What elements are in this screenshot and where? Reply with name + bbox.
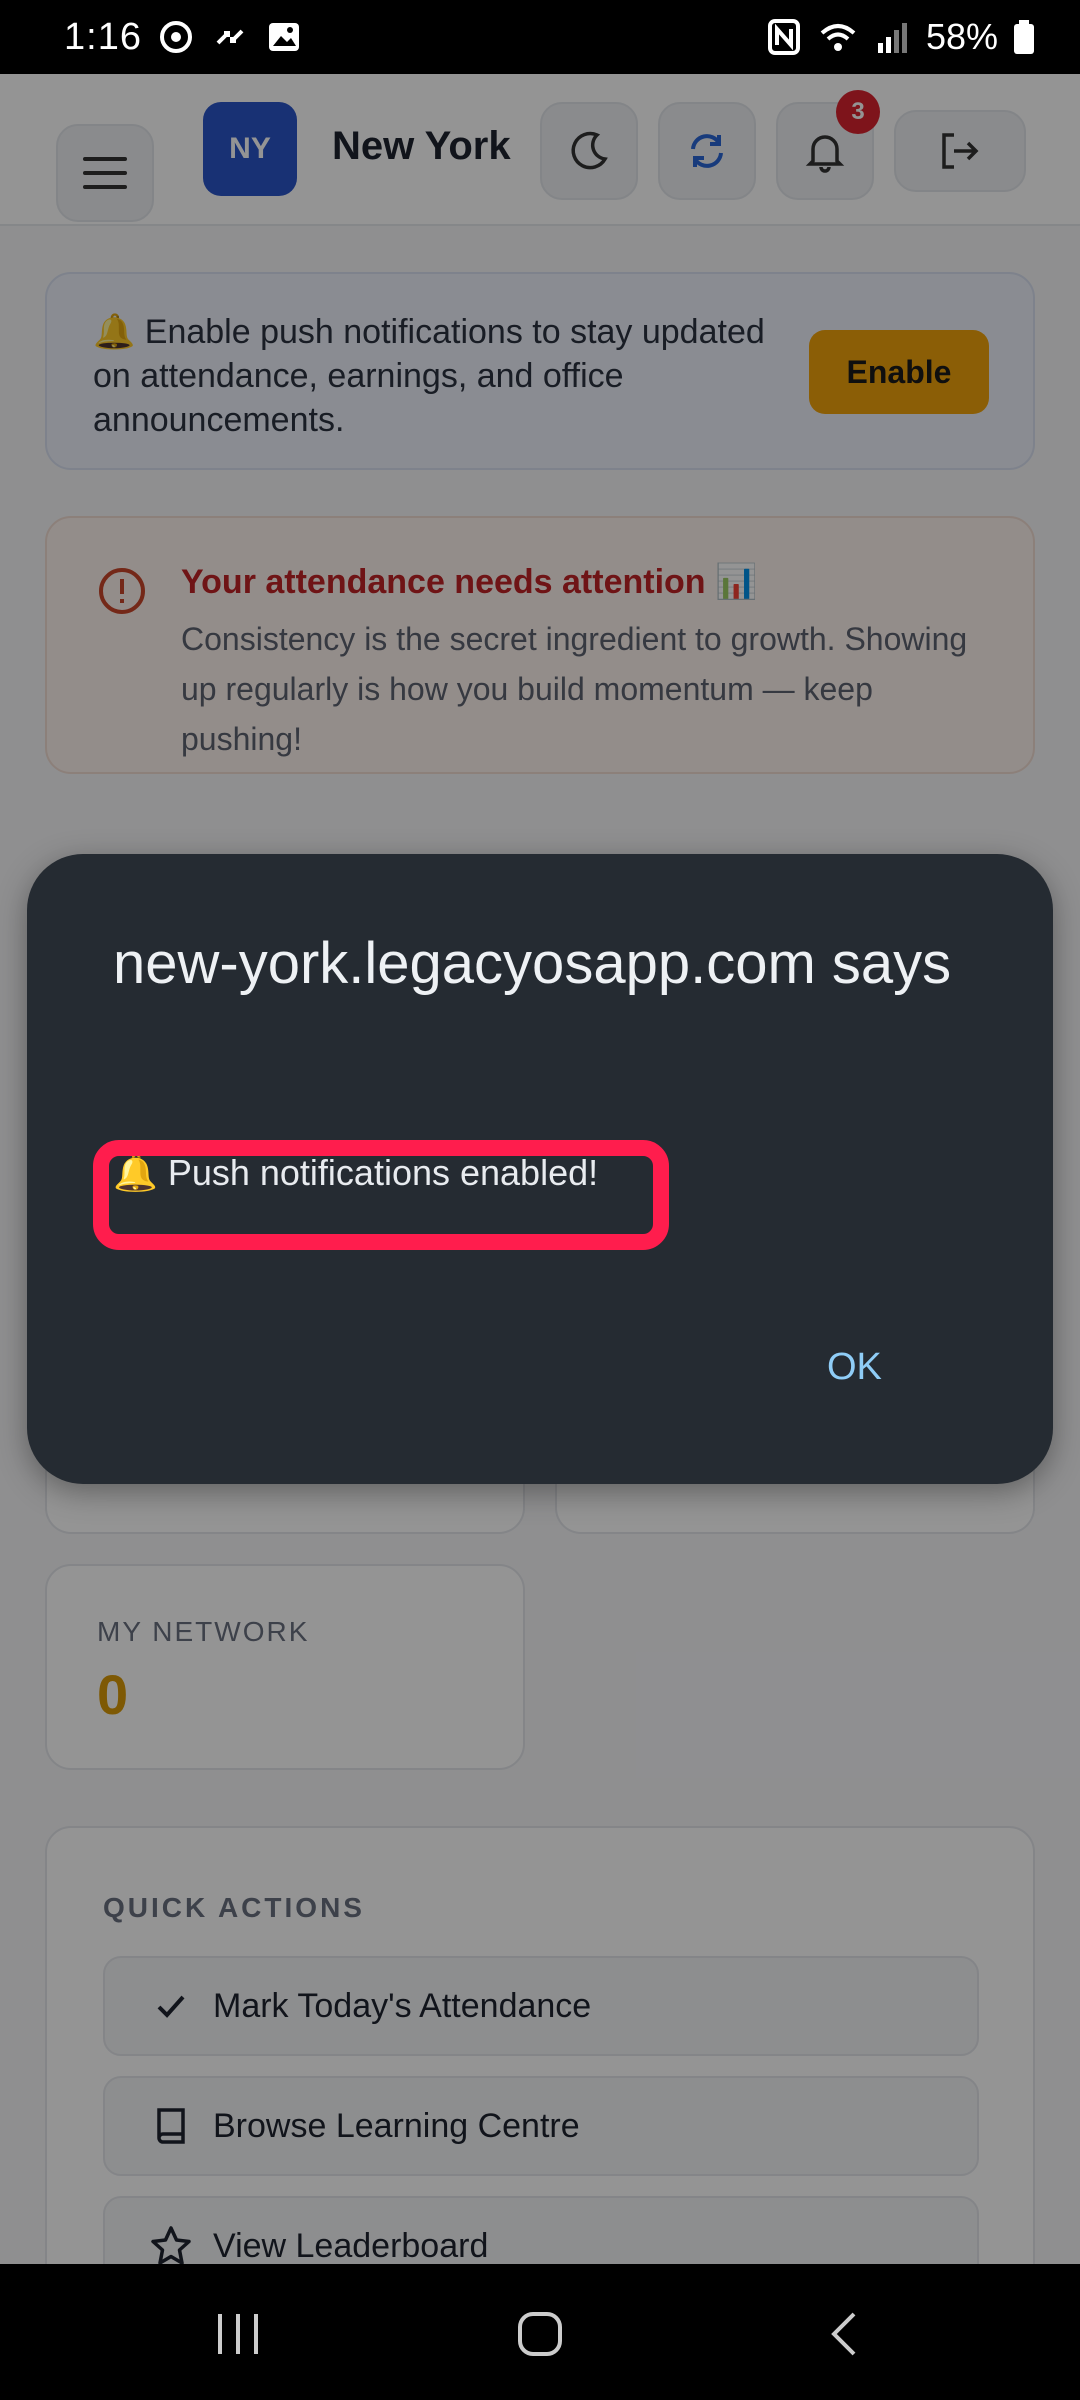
alert-dialog: new-york.legacyosapp.com says 🔔 Push not… (27, 854, 1053, 1484)
system-nav-bar (0, 2264, 1080, 2400)
home-button[interactable] (500, 2294, 580, 2374)
status-time: 1:16 (64, 15, 142, 58)
gallery-icon (268, 23, 299, 51)
wifi-icon (820, 24, 856, 51)
recent-apps-button[interactable] (198, 2294, 278, 2374)
dialog-title: new-york.legacyosapp.com says (113, 931, 952, 996)
data-transfer-icon (216, 29, 244, 45)
ok-button[interactable]: OK (827, 1346, 882, 1389)
location-sync-icon (159, 21, 192, 53)
back-button[interactable] (804, 2294, 884, 2374)
battery-percent: 58% (925, 16, 998, 57)
highlight-box (93, 1140, 669, 1250)
back-icon (831, 2312, 856, 2356)
nfc-icon (767, 19, 800, 55)
home-icon (518, 2312, 562, 2356)
status-bar: 1:16 58% (0, 0, 1080, 74)
recent-apps-icon (218, 2314, 258, 2354)
battery-icon (1014, 20, 1034, 54)
signal-icon (877, 23, 907, 53)
